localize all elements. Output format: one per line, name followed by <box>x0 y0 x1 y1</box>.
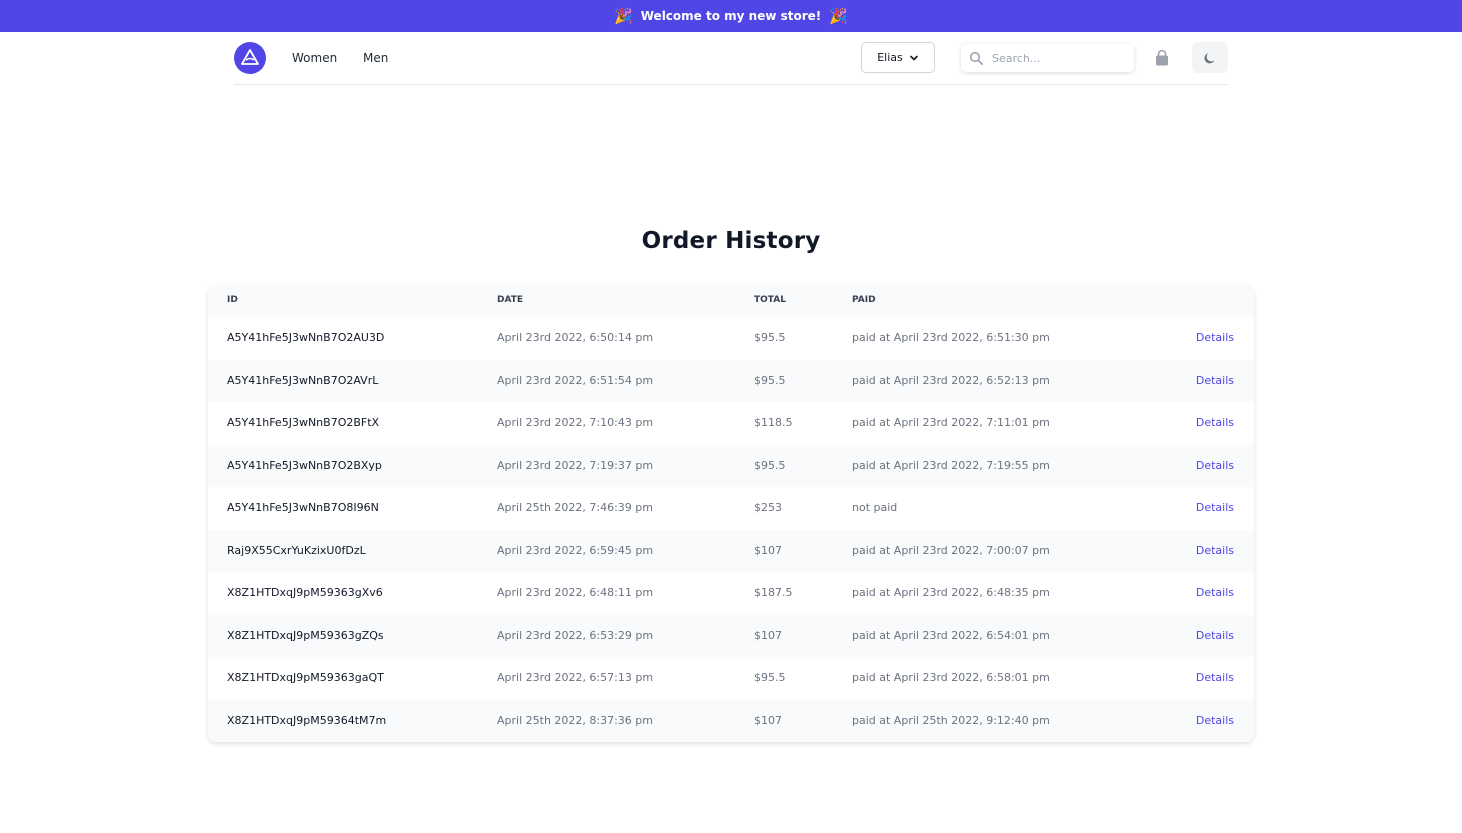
order-paid-status: paid at April 23rd 2022, 6:51:30 pm <box>852 331 1050 344</box>
table-row: X8Z1HTDxqJ9pM59364tM7m April 25th 2022, … <box>208 699 1254 742</box>
chevron-down-icon <box>909 55 918 60</box>
details-link[interactable]: Details <box>1196 501 1234 514</box>
store-logo[interactable] <box>234 42 266 74</box>
order-paid-status: paid at April 23rd 2022, 7:11:01 pm <box>852 416 1050 429</box>
table-row: A5Y41hFe5J3wNnB7O2AU3D April 23rd 2022, … <box>208 317 1254 360</box>
page-title: Order History <box>641 228 821 254</box>
order-paid-status: paid at April 23rd 2022, 6:52:13 pm <box>852 373 1050 387</box>
order-id: X8Z1HTDxqJ9pM59363gZQs <box>227 628 384 642</box>
details-link[interactable]: Details <box>1196 671 1234 684</box>
order-total: $95.5 <box>754 671 786 684</box>
table-row: Raj9X55CxrYuKzixU0fDzL April 23rd 2022, … <box>208 529 1254 572</box>
order-date: April 25th 2022, 8:37:36 pm <box>497 713 654 727</box>
order-paid-status: paid at April 23rd 2022, 6:48:35 pm <box>852 586 1050 599</box>
theme-toggle-button[interactable] <box>1192 42 1228 73</box>
order-id: X8Z1HTDxqJ9pM59363gXv6 <box>227 586 383 599</box>
order-paid-status: paid at April 23rd 2022, 6:54:01 pm <box>852 628 1050 642</box>
order-id: A5Y41hFe5J3wNnB7O2BXyp <box>227 458 382 472</box>
announcement-banner: 🎉 Welcome to my new store! 🎉 <box>0 0 1462 32</box>
order-total: $187.5 <box>754 586 793 599</box>
order-date: April 23rd 2022, 7:19:37 pm <box>497 458 654 472</box>
order-paid-status: not paid <box>852 501 898 514</box>
details-link[interactable]: Details <box>1196 459 1234 472</box>
column-header-date: DATE <box>497 295 524 305</box>
order-date: April 23rd 2022, 7:10:43 pm <box>497 416 654 429</box>
banner-text: Welcome to my new store! <box>640 9 822 23</box>
search-input[interactable] <box>992 51 1122 65</box>
order-total: $107 <box>754 543 782 557</box>
order-id: A5Y41hFe5J3wNnB7O2BFtX <box>227 416 380 429</box>
details-link[interactable]: Details <box>1196 374 1234 387</box>
order-total: $107 <box>754 628 782 642</box>
table-row: X8Z1HTDxqJ9pM59363gZQs April 23rd 2022, … <box>208 614 1254 657</box>
column-header-total: TOTAL <box>754 295 786 305</box>
order-id: A5Y41hFe5J3wNnB7O2AU3D <box>227 331 385 344</box>
user-name: Elias <box>877 51 903 64</box>
table-row: A5Y41hFe5J3wNnB7O2BXyp April 23rd 2022, … <box>208 444 1254 487</box>
order-date: April 23rd 2022, 6:51:54 pm <box>497 373 654 387</box>
order-paid-status: paid at April 23rd 2022, 7:00:07 pm <box>852 543 1050 557</box>
triangle-logo-icon <box>241 49 259 65</box>
table-row: A5Y41hFe5J3wNnB7O2AVrL April 23rd 2022, … <box>208 359 1254 402</box>
nav-link-men[interactable]: Men <box>363 51 388 65</box>
column-header-paid: PAID <box>852 295 876 305</box>
order-total: $107 <box>754 713 782 727</box>
top-navigation: Women Men Elias <box>234 32 1228 85</box>
order-paid-status: paid at April 23rd 2022, 6:58:01 pm <box>852 671 1050 684</box>
order-total: $253 <box>754 501 782 514</box>
moon-icon <box>1204 52 1215 63</box>
order-id: Raj9X55CxrYuKzixU0fDzL <box>227 543 366 557</box>
search-icon <box>969 51 983 65</box>
table-row: X8Z1HTDxqJ9pM59363gXv6 April 23rd 2022, … <box>208 572 1254 615</box>
party-popper-icon: 🎉 <box>829 7 848 25</box>
table-row: A5Y41hFe5J3wNnB7O8I96N April 25th 2022, … <box>208 487 1254 530</box>
order-total: $95.5 <box>754 373 786 387</box>
details-link[interactable]: Details <box>1196 629 1234 642</box>
details-link[interactable]: Details <box>1196 544 1234 557</box>
search-box[interactable] <box>961 44 1134 72</box>
column-header-id: ID <box>227 295 238 305</box>
table-header: ID DATE TOTAL PAID <box>208 285 1254 317</box>
order-paid-status: paid at April 23rd 2022, 7:19:55 pm <box>852 458 1050 472</box>
order-total: $95.5 <box>754 458 786 472</box>
details-link[interactable]: Details <box>1196 416 1234 429</box>
table-row: A5Y41hFe5J3wNnB7O2BFtX April 23rd 2022, … <box>208 402 1254 445</box>
order-date: April 25th 2022, 7:46:39 pm <box>497 501 654 514</box>
order-date: April 23rd 2022, 6:59:45 pm <box>497 543 654 557</box>
order-total: $118.5 <box>754 416 793 429</box>
party-popper-icon: 🎉 <box>614 7 633 25</box>
order-date: April 23rd 2022, 6:57:13 pm <box>497 671 654 684</box>
order-history-table: ID DATE TOTAL PAID A5Y41hFe5J3wNnB7O2AU3… <box>208 285 1254 742</box>
order-id: X8Z1HTDxqJ9pM59363gaQT <box>227 671 384 684</box>
details-link[interactable]: Details <box>1196 586 1234 599</box>
shopping-bag-icon[interactable] <box>1153 49 1171 67</box>
details-link[interactable]: Details <box>1196 714 1234 727</box>
order-date: April 23rd 2022, 6:48:11 pm <box>497 586 654 599</box>
order-id: A5Y41hFe5J3wNnB7O2AVrL <box>227 373 379 387</box>
order-date: April 23rd 2022, 6:50:14 pm <box>497 331 654 344</box>
user-menu-button[interactable]: Elias <box>861 42 935 73</box>
order-date: April 23rd 2022, 6:53:29 pm <box>497 628 654 642</box>
table-row: X8Z1HTDxqJ9pM59363gaQT April 23rd 2022, … <box>208 657 1254 700</box>
order-id: X8Z1HTDxqJ9pM59364tM7m <box>227 713 387 727</box>
order-total: $95.5 <box>754 331 786 344</box>
details-link[interactable]: Details <box>1196 331 1234 344</box>
order-paid-status: paid at April 25th 2022, 9:12:40 pm <box>852 713 1050 727</box>
nav-link-women[interactable]: Women <box>292 51 337 65</box>
order-id: A5Y41hFe5J3wNnB7O8I96N <box>227 501 379 514</box>
